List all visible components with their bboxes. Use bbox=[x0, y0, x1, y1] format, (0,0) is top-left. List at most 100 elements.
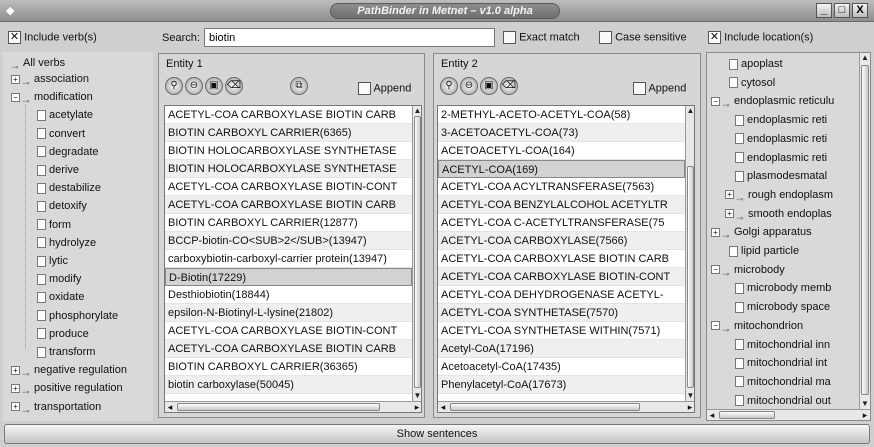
case-sensitive-checkbox[interactable] bbox=[599, 31, 612, 44]
verb-item[interactable]: detoxify bbox=[37, 198, 87, 214]
search-input[interactable] bbox=[204, 28, 495, 47]
entity1-list-item[interactable]: ACETYL-COA CARBOXYLASE BIOTIN CARB bbox=[165, 196, 412, 214]
entity2-list-item[interactable]: ACETYL-COA SYNTHETASE(7570) bbox=[438, 304, 685, 322]
expand-icon[interactable]: + bbox=[11, 74, 20, 84]
location-item[interactable]: apoplast bbox=[729, 56, 783, 72]
scroll-thumb[interactable] bbox=[719, 411, 775, 419]
entity2-append-control[interactable]: Append bbox=[633, 82, 686, 95]
entity1-list-item[interactable]: BIOTIN HOLOCARBOXYLASE SYNTHETASE bbox=[165, 160, 412, 178]
scroll-left-arrow[interactable]: ◂ bbox=[438, 402, 448, 412]
entity1-list-item[interactable]: Desthiobiotin(18844) bbox=[165, 286, 412, 304]
verb-item[interactable]: + ⊸ association bbox=[11, 71, 89, 88]
verbs-tree[interactable]: ⊸ All verbs + ⊸ association − ⊸ modification ac… bbox=[3, 52, 153, 421]
copy-icon[interactable]: ⧉ bbox=[290, 77, 308, 95]
verb-item[interactable]: − ⊸ modification bbox=[11, 89, 93, 106]
verb-item[interactable]: hydrolyze bbox=[37, 235, 96, 251]
scroll-thumb[interactable] bbox=[687, 166, 694, 388]
scroll-thumb[interactable] bbox=[177, 403, 380, 411]
expand-icon[interactable]: + bbox=[725, 190, 734, 200]
scroll-right-arrow[interactable]: ▸ bbox=[860, 410, 870, 420]
entity2-list-item[interactable]: ACETYL-COA SYNTHETASE WITHIN(7571) bbox=[438, 322, 685, 340]
entity1-list-item[interactable]: ACETYL-COA CARBOXYLASE BIOTIN-CONT bbox=[165, 322, 412, 340]
close-button[interactable]: X bbox=[852, 3, 868, 18]
location-item[interactable]: + ⊸ smooth endoplas bbox=[725, 206, 832, 223]
expand-icon[interactable]: + bbox=[711, 227, 720, 237]
location-item[interactable]: mitochondrial out bbox=[735, 393, 831, 409]
entity1-list[interactable]: ACETYL-COA CARBOXYLASE BIOTIN CARB BIOTIN… bbox=[164, 105, 422, 413]
include-verbs-checkbox[interactable]: ✕ bbox=[8, 31, 21, 44]
expand-icon[interactable]: + bbox=[11, 365, 20, 375]
include-location-control[interactable]: ✕ Include location(s) bbox=[708, 31, 813, 44]
entity1-list-item[interactable]: BIOTIN HOLOCARBOXYLASE SYNTHETASE bbox=[165, 142, 412, 160]
entity1-horizontal-scrollbar[interactable]: ◂ ▸ bbox=[165, 401, 421, 412]
entity1-vertical-scrollbar[interactable]: ▲ ▼ bbox=[412, 106, 421, 401]
entity2-append-checkbox[interactable] bbox=[633, 82, 646, 95]
expand-icon[interactable]: + bbox=[11, 402, 20, 412]
entity2-list-item[interactable]: ACETYL-COA C-ACETYLTRANSFERASE(75 bbox=[438, 214, 685, 232]
exact-match-checkbox[interactable] bbox=[503, 31, 516, 44]
location-item[interactable]: + ⊸ Golgi apparatus bbox=[711, 224, 812, 241]
location-item[interactable]: plasmodesmatal bbox=[735, 168, 827, 184]
entity1-list-item[interactable]: BIOTIN CARBOXYL CARRIER(36365) bbox=[165, 358, 412, 376]
entity1-list-item[interactable]: BCCP-biotin-CO<SUB>2</SUB>(13947) bbox=[165, 232, 412, 250]
entity1-list-item[interactable]: ACETYL-COA CARBOXYLASE BIOTIN CARB bbox=[165, 340, 412, 358]
verbs-tree-root[interactable]: ⊸ All verbs bbox=[11, 55, 65, 72]
location-item[interactable]: cytosol bbox=[729, 75, 775, 91]
entity2-list-item[interactable]: Acetoacetyl-CoA(17435) bbox=[438, 358, 685, 376]
location-item[interactable]: endoplasmic reti bbox=[735, 150, 827, 166]
verb-item[interactable]: modify bbox=[37, 271, 81, 287]
scroll-thumb[interactable] bbox=[861, 65, 869, 395]
location-item[interactable]: endoplasmic reti bbox=[735, 112, 827, 128]
verb-item[interactable]: oxidate bbox=[37, 289, 84, 305]
scroll-up-arrow[interactable]: ▲ bbox=[860, 53, 870, 63]
collapse-icon[interactable]: − bbox=[711, 96, 720, 106]
verb-item[interactable]: convert bbox=[37, 126, 85, 142]
entity1-list-item[interactable]: epsilon-N-Biotinyl-L-lysine(21802) bbox=[165, 304, 412, 322]
collapse-icon[interactable]: − bbox=[711, 321, 720, 331]
scroll-up-arrow[interactable]: ▲ bbox=[686, 106, 694, 116]
include-location-checkbox[interactable]: ✕ bbox=[708, 31, 721, 44]
location-item[interactable]: − ⊸ microbody bbox=[711, 262, 785, 279]
verb-item[interactable]: + ⊸ negative regulation bbox=[11, 362, 127, 379]
scroll-thumb[interactable] bbox=[450, 403, 640, 411]
select-all-icon[interactable]: ▣ bbox=[205, 77, 223, 95]
binoculars-icon[interactable]: ⚲ bbox=[440, 77, 458, 95]
verb-item[interactable]: + ⊸ positive regulation bbox=[11, 380, 123, 397]
entity1-list-item[interactable]: BIOTIN CARBOXYL CARRIER(12877) bbox=[165, 214, 412, 232]
scroll-down-arrow[interactable]: ▼ bbox=[860, 399, 870, 409]
clear-icon[interactable]: ⊖ bbox=[185, 77, 203, 95]
verb-item[interactable]: + ⊸ transportation bbox=[11, 399, 101, 416]
entity1-list-item[interactable]: carboxybiotin-carboxyl-carrier protein(1… bbox=[165, 250, 412, 268]
verb-item[interactable]: derive bbox=[37, 162, 79, 178]
entity2-list-item[interactable]: ACETYL-COA CARBOXYLASE(7566) bbox=[438, 232, 685, 250]
delete-icon[interactable]: ⌫ bbox=[500, 77, 518, 95]
scroll-left-arrow[interactable]: ◂ bbox=[165, 402, 175, 412]
locations-horizontal-scrollbar[interactable]: ◂ ▸ bbox=[707, 409, 870, 420]
minimize-button[interactable]: _ bbox=[816, 3, 832, 18]
location-item[interactable]: − ⊸ endoplasmic reticulu bbox=[711, 93, 834, 110]
location-item[interactable]: mitochondrial ma bbox=[735, 374, 831, 390]
scroll-left-arrow[interactable]: ◂ bbox=[707, 410, 717, 420]
scroll-thumb[interactable] bbox=[414, 116, 421, 388]
location-item[interactable]: − ⊸ mitochondrion bbox=[711, 318, 803, 335]
location-item[interactable]: mitochondrial int bbox=[735, 355, 827, 371]
verb-item[interactable]: phosphorylate bbox=[37, 308, 118, 324]
entity2-vertical-scrollbar[interactable]: ▲ ▼ bbox=[685, 106, 694, 401]
entity2-list-item[interactable]: 2-METHYL-ACETO-ACETYL-COA(58) bbox=[438, 106, 685, 124]
location-item[interactable]: endoplasmic reti bbox=[735, 131, 827, 147]
locations-vertical-scrollbar[interactable]: ▲ ▼ bbox=[859, 53, 870, 409]
entity1-list-item[interactable]: ACETYL-COA CARBOXYLASE BIOTIN CARB bbox=[165, 106, 412, 124]
exact-match-control[interactable]: Exact match bbox=[503, 31, 580, 44]
case-sensitive-control[interactable]: Case sensitive bbox=[599, 31, 687, 44]
entity2-list-item[interactable]: ACETYL-COA CARBOXYLASE BIOTIN CARB bbox=[438, 250, 685, 268]
select-all-icon[interactable]: ▣ bbox=[480, 77, 498, 95]
collapse-icon[interactable]: − bbox=[11, 92, 20, 102]
entity2-list-item[interactable]: ACETYL-COA ACYLTRANSFERASE(7563) bbox=[438, 178, 685, 196]
entity2-list-item[interactable]: ACETYL-COA CARBOXYLASE BIOTIN-CONT bbox=[438, 268, 685, 286]
entity1-list-item[interactable]: D-Biotin(17229) bbox=[165, 268, 412, 286]
maximize-button[interactable]: □ bbox=[834, 3, 850, 18]
entity1-list-item[interactable]: BIOTIN CARBOXYL CARRIER(6365) bbox=[165, 124, 412, 142]
verb-item[interactable]: produce bbox=[37, 326, 89, 342]
show-sentences-button[interactable]: Show sentences bbox=[4, 424, 870, 444]
entity2-list[interactable]: 2-METHYL-ACETO-ACETYL-COA(58) 3-ACETOACET… bbox=[437, 105, 695, 413]
